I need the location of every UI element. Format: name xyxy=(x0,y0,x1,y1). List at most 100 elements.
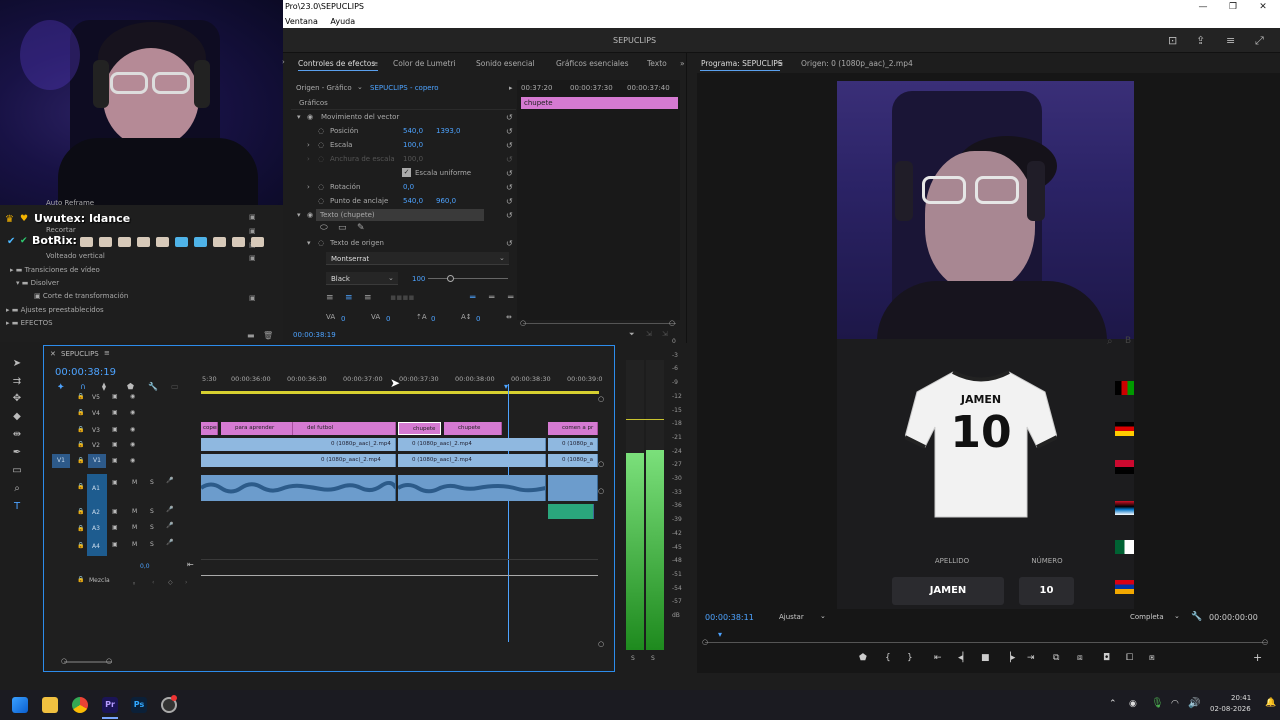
tab-program[interactable]: Programa: SEPUCLIPS xyxy=(701,59,783,68)
mute-button[interactable]: M xyxy=(132,524,137,531)
list-item[interactable]: Auto Reframe xyxy=(46,199,94,212)
scroll-handle[interactable]: ○ xyxy=(1262,638,1268,646)
reset-icon[interactable]: ↺ xyxy=(506,197,513,206)
playhead-icon[interactable]: ▾ xyxy=(504,382,508,391)
scale-value[interactable]: 100,0 xyxy=(403,141,423,149)
font-style-select[interactable]: Black ⌄ xyxy=(326,272,398,285)
tab-source[interactable]: Origen: 0 (1080p_aac)_2.mp4 xyxy=(801,59,913,68)
slider-handle[interactable] xyxy=(447,275,454,282)
discord-icon[interactable]: ◉ xyxy=(1129,699,1137,709)
position-y-value[interactable]: 1393,0 xyxy=(436,127,461,135)
lock-icon[interactable]: 🔒 xyxy=(77,409,84,416)
keyframe-clip-bar[interactable]: chupete xyxy=(521,97,678,109)
menu-ventana[interactable]: Ventana xyxy=(285,15,318,28)
close-icon[interactable]: ✕ xyxy=(1248,0,1278,15)
valign-center-icon[interactable]: ═ xyxy=(489,293,494,303)
panel-menu-icon[interactable]: ≡ xyxy=(372,59,378,68)
fit-select[interactable]: Ajustar ⌄ xyxy=(775,610,830,623)
menu-ayuda[interactable]: Ayuda xyxy=(330,15,355,28)
linked-selection-icon[interactable]: ⧫ xyxy=(102,382,106,391)
flag-germany-icon[interactable] xyxy=(1115,422,1134,436)
tab-lumetri[interactable]: Color de Lumetri xyxy=(393,59,456,68)
audio-clip-a2[interactable] xyxy=(548,504,594,519)
solo-button[interactable]: S xyxy=(150,479,154,486)
eye-icon[interactable]: ◉ xyxy=(130,426,135,433)
valign-top-icon[interactable]: ═ xyxy=(470,293,475,303)
premiere-icon[interactable]: Pr xyxy=(102,697,118,713)
tray-chevron-icon[interactable]: ⌃ xyxy=(1109,699,1117,709)
position-x-value[interactable]: 540,0 xyxy=(403,127,423,135)
mic-icon[interactable]: 🎤 xyxy=(166,539,173,546)
flag-antigua-icon[interactable] xyxy=(1115,501,1134,515)
lock-icon[interactable]: 🔒 xyxy=(77,426,84,433)
solo-button[interactable]: S xyxy=(150,541,154,548)
flag-algeria-icon[interactable] xyxy=(1115,540,1134,554)
mic-icon[interactable]: 🎤 xyxy=(166,477,173,484)
trash-icon[interactable]: 🗑 xyxy=(263,331,273,340)
export-frame-icon[interactable]: ◘ xyxy=(1103,653,1110,663)
reset-icon[interactable]: ↺ xyxy=(506,211,513,220)
solo-button[interactable]: S xyxy=(150,524,154,531)
microphone-icon[interactable]: 🎙 xyxy=(1151,698,1164,709)
more-tabs-icon[interactable]: » xyxy=(680,59,685,68)
slip-tool-icon[interactable]: ⇹ xyxy=(10,429,24,441)
video-clip[interactable]: 0 (1080p_aac)_2.mp4 xyxy=(201,438,396,451)
mute-button[interactable]: M xyxy=(132,508,137,515)
eye-icon[interactable]: ◉ xyxy=(130,393,135,400)
program-scrub-bar[interactable] xyxy=(705,642,1267,643)
reset-icon[interactable]: ↺ xyxy=(506,183,513,192)
tab-text[interactable]: Texto xyxy=(647,59,667,68)
step-forward-icon[interactable]: ▕▸ xyxy=(1004,653,1015,663)
lock-icon[interactable]: 🔒 xyxy=(77,393,84,400)
rectangle-tool-icon[interactable]: ▭ xyxy=(10,465,24,477)
playhead[interactable] xyxy=(508,384,509,642)
video-clip[interactable]: 0 (1080p_a xyxy=(548,438,598,451)
type-tool-icon[interactable]: T xyxy=(10,501,24,513)
file-explorer-icon[interactable] xyxy=(42,697,58,713)
panel-menu-icon[interactable]: ≡ xyxy=(104,349,110,357)
lock-icon[interactable]: 🔒 xyxy=(77,483,84,490)
play-only-icon[interactable]: ▸ xyxy=(509,84,513,92)
next-keyframe-icon[interactable]: › xyxy=(185,579,187,586)
fullscreen-icon[interactable]: ⤢ xyxy=(1255,34,1264,48)
graphic-clip[interactable]: copero xyxy=(201,422,218,435)
solo-button[interactable]: S xyxy=(150,508,154,515)
lock-icon[interactable]: 🔒 xyxy=(77,525,84,532)
photoshop-icon[interactable]: Ps xyxy=(131,697,147,713)
pen-mask-icon[interactable]: ✎ xyxy=(357,223,365,233)
expand-icon[interactable]: ▾ xyxy=(297,211,301,219)
align-left-icon[interactable]: ≡ xyxy=(326,293,334,303)
go-to-out-icon[interactable]: ⇥ xyxy=(1027,653,1035,663)
list-item[interactable]: ▸ ▬ Transiciones de vídeo xyxy=(10,266,100,279)
baseline-value[interactable]: 0 xyxy=(476,315,480,323)
video-clip[interactable]: 0 (1080p_aac)_2.mp4 xyxy=(398,454,546,467)
effect-timecode[interactable]: 00:00:38:19 xyxy=(293,331,336,339)
video-clip[interactable]: 0 (1080p_aac)_2.mp4 xyxy=(201,454,396,467)
graphic-clip[interactable]: del futbol xyxy=(293,422,396,435)
align-center-icon[interactable]: ≡ xyxy=(345,293,353,303)
lock-icon[interactable]: 🔒 xyxy=(77,576,84,583)
graphic-clip[interactable]: comen a pr xyxy=(548,422,598,435)
sync-lock-icon[interactable]: ▣ xyxy=(112,479,118,486)
go-to-in-icon[interactable]: ⇤ xyxy=(934,653,942,663)
number-field[interactable]: 10 xyxy=(1019,577,1074,605)
list-item[interactable]: ▾ ▬ Disolver xyxy=(16,279,59,292)
valign-bottom-icon[interactable]: ═ xyxy=(508,293,513,303)
reset-icon[interactable]: ↺ xyxy=(506,169,513,178)
tab-essential-sound[interactable]: Sonido esencial xyxy=(476,59,535,68)
solo-left-button[interactable]: S xyxy=(631,655,635,662)
pan-knob-icon[interactable]: ◦ xyxy=(132,580,136,588)
marker-icon[interactable]: ⬟ xyxy=(127,382,134,391)
windows-start-icon[interactable] xyxy=(12,697,28,713)
track-select-icon[interactable]: ⇉ xyxy=(10,376,24,388)
mute-button[interactable]: M xyxy=(132,541,137,548)
audio-clip[interactable] xyxy=(548,475,598,501)
multi-camera-icon[interactable]: ⧆ xyxy=(1149,653,1155,663)
sync-lock-icon[interactable]: ▣ xyxy=(112,457,118,464)
keyframe-scrollbar[interactable] xyxy=(523,323,676,324)
kerning-value[interactable]: 0 xyxy=(341,315,345,323)
expand-icon[interactable]: ▾ xyxy=(297,113,301,121)
captions-icon[interactable]: ▭ xyxy=(171,382,179,391)
audio-clip[interactable] xyxy=(201,475,396,501)
scroll-handle[interactable]: ○ xyxy=(61,657,67,665)
